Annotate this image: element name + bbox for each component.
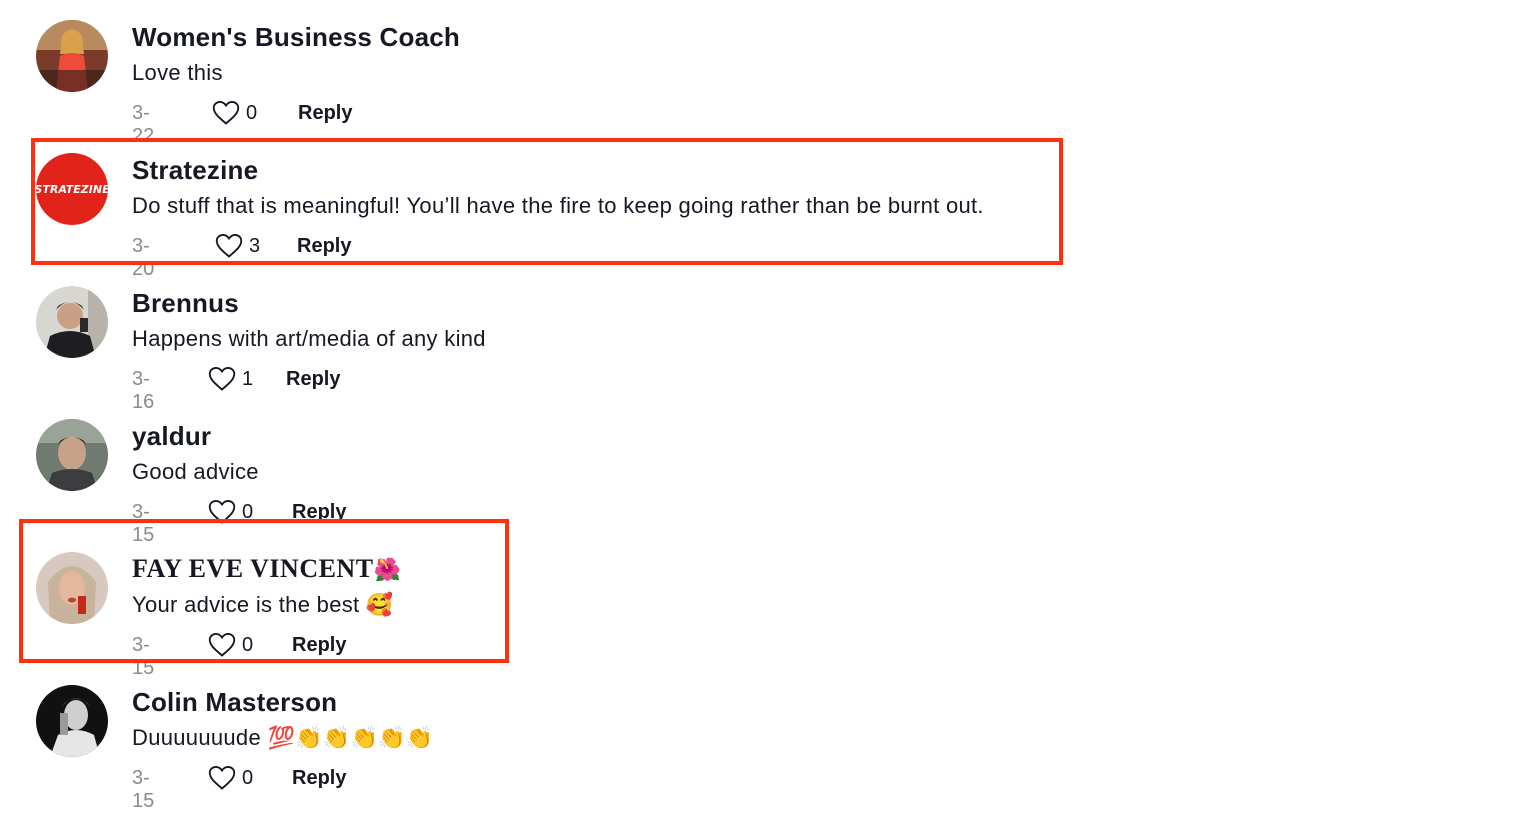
comment-item: Brennus Happens with art/media of any ki…: [0, 280, 1100, 413]
comment-date: 3-22: [132, 102, 155, 147]
hundred-clap-emojis: 💯👏👏👏👏👏: [267, 726, 434, 751]
like-count: 0: [246, 101, 258, 124]
heart-outline-icon: [215, 233, 243, 258]
avatar[interactable]: [36, 685, 108, 757]
like-button[interactable]: 0: [208, 499, 253, 525]
comment-date: 3-15: [132, 634, 155, 679]
avatar[interactable]: STRATEZINE: [36, 153, 108, 225]
comment-author[interactable]: yaldur: [132, 421, 211, 452]
like-count: 0: [242, 633, 254, 656]
comment-date: 3-15: [132, 501, 155, 546]
reply-button[interactable]: Reply: [292, 634, 346, 657]
comment-author[interactable]: Women's Business Coach: [132, 22, 460, 53]
reply-button[interactable]: Reply: [298, 102, 352, 125]
like-button[interactable]: 0: [212, 100, 257, 126]
avatar-logo-text: STRATEZINE: [36, 183, 108, 196]
comment-text: Good advice: [132, 459, 259, 484]
heart-outline-icon: [212, 100, 240, 125]
comment-text: Duuuuuuude 💯👏👏👏👏👏: [132, 725, 434, 751]
reply-button[interactable]: Reply: [292, 767, 346, 790]
hibiscus-emoji: 🌺: [373, 558, 402, 583]
like-button[interactable]: 0: [208, 632, 253, 658]
like-count: 3: [249, 234, 261, 257]
avatar[interactable]: [36, 419, 108, 491]
comment-item: yaldur Good advice 3-15 0 Reply: [0, 413, 1100, 546]
avatar[interactable]: [36, 552, 108, 624]
like-count: 0: [242, 766, 254, 789]
avatar[interactable]: [36, 286, 108, 358]
heart-outline-icon: [208, 499, 236, 524]
comment-text: Your advice is the best 🥰: [132, 592, 394, 618]
comment-date: 3-15: [132, 767, 155, 812]
comment-date: 3-16: [132, 368, 155, 413]
heart-outline-icon: [208, 765, 236, 790]
comment-text: Happens with art/media of any kind: [132, 326, 486, 351]
comment-author[interactable]: Stratezine: [132, 155, 258, 186]
comment-text-content: Duuuuuuude: [132, 725, 262, 750]
smiling-hearts-emoji: 🥰: [365, 593, 394, 618]
comment-date: 3-20: [132, 235, 155, 280]
like-button[interactable]: 3: [215, 233, 260, 259]
reply-button[interactable]: Reply: [292, 501, 346, 524]
heart-outline-icon: [208, 366, 236, 391]
comment-author[interactable]: Brennus: [132, 288, 239, 319]
comment-text: Love this: [132, 60, 223, 85]
comment-item: Women's Business Coach Love this 3-22 0 …: [0, 14, 1100, 147]
like-button[interactable]: 0: [208, 765, 253, 791]
comment-author[interactable]: FAY EVE VINCENT🌺: [132, 554, 401, 584]
like-count: 1: [242, 367, 254, 390]
comment-author[interactable]: Colin Masterson: [132, 687, 337, 718]
like-button[interactable]: 1: [208, 366, 253, 392]
comment-item: STRATEZINE Stratezine Do stuff that is m…: [0, 147, 1100, 280]
reply-button[interactable]: Reply: [297, 235, 351, 258]
comment-item: FAY EVE VINCENT🌺 Your advice is the best…: [0, 546, 1100, 679]
author-name-text: FAY EVE VINCENT: [132, 554, 374, 583]
comment-item: Colin Masterson Duuuuuuude 💯👏👏👏👏👏 3-15 0…: [0, 679, 1100, 812]
heart-outline-icon: [208, 632, 236, 657]
reply-button[interactable]: Reply: [286, 368, 340, 391]
comment-text-content: Your advice is the best: [132, 592, 360, 617]
avatar[interactable]: [36, 20, 108, 92]
like-count: 0: [242, 500, 254, 523]
comment-text: Do stuff that is meaningful! You’ll have…: [132, 193, 984, 218]
